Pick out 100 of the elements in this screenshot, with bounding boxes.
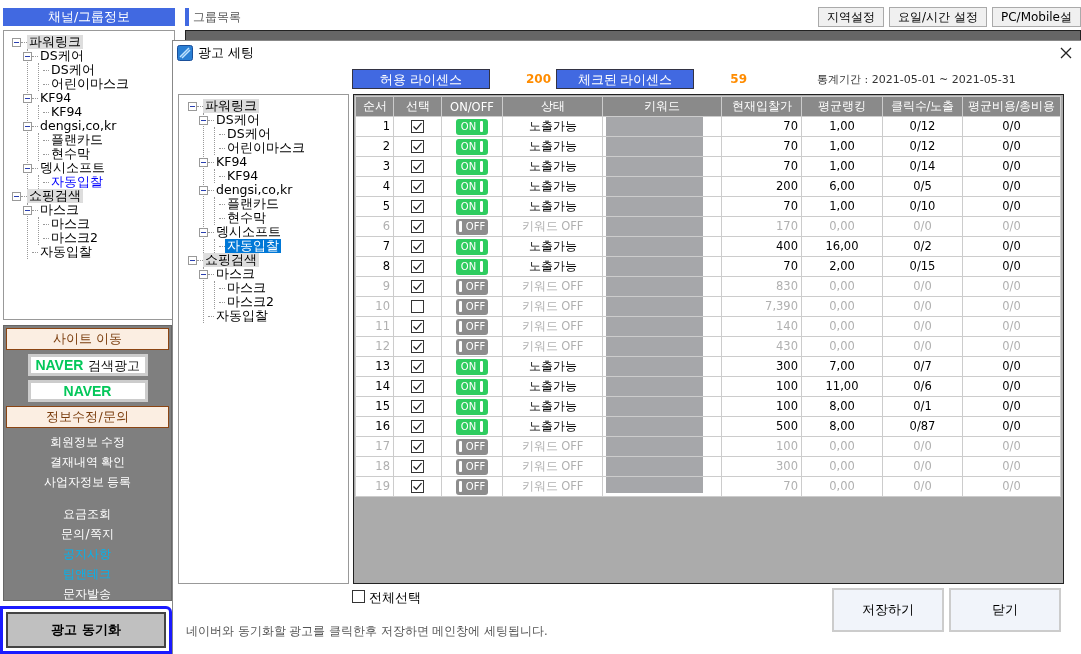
tree-item[interactable]: 파워링크 — [27, 35, 83, 49]
column-header: 순서 — [355, 96, 394, 117]
checkbox[interactable] — [411, 400, 424, 413]
close-icon[interactable] — [1059, 46, 1073, 60]
tree-item[interactable]: KF94 — [38, 91, 74, 105]
dialog-title: 광고 세팅 — [198, 44, 255, 62]
menu-link[interactable]: 회원정보 수정 — [49, 432, 126, 452]
checkbox[interactable] — [352, 590, 365, 603]
collapse-icon[interactable] — [199, 185, 208, 195]
tree-item[interactable]: 파워링크 — [203, 99, 259, 113]
table-cell: 6 — [355, 216, 394, 237]
checkbox[interactable] — [411, 180, 424, 193]
menu-link[interactable]: 사업자정보 등록 — [43, 472, 132, 492]
tree-item[interactable]: 마스크2 — [49, 231, 100, 245]
column-header: 선택 — [393, 96, 442, 117]
checkbox[interactable] — [411, 240, 424, 253]
tree-item[interactable]: 자동입찰 — [225, 239, 281, 253]
column-header: 클릭수/노출 — [882, 96, 963, 117]
collapse-icon[interactable] — [23, 93, 32, 103]
panel-title: 채널/그룹정보 — [3, 8, 175, 26]
tree-item[interactable]: 마스크 — [214, 267, 257, 281]
column-header: 평균비용/총비용 — [962, 96, 1061, 117]
tree-item[interactable]: 쇼핑검색 — [27, 189, 83, 203]
help-text: 네이버와 동기화할 광고를 클릭한후 저장하면 메인창에 세팅됩니다. — [185, 624, 549, 639]
checkbox[interactable] — [411, 380, 424, 393]
checkbox[interactable] — [411, 140, 424, 153]
tree-item[interactable]: 자동입찰 — [38, 245, 94, 259]
table-cell: 10 — [355, 296, 394, 317]
checkbox[interactable] — [411, 120, 424, 133]
table-cell: 8 — [355, 256, 394, 277]
collapse-icon[interactable] — [199, 157, 208, 167]
checkbox[interactable] — [411, 480, 424, 493]
column-header: 상태 — [502, 96, 603, 117]
collapse-icon[interactable] — [23, 163, 32, 173]
menu-link[interactable]: 문의/쪽지 — [61, 524, 114, 544]
table-cell: 1 — [355, 116, 394, 137]
toolbar-button[interactable]: PC/Mobile설 — [991, 7, 1081, 27]
tree-item[interactable]: 마스크 — [38, 203, 81, 217]
table-cell: 5 — [355, 196, 394, 217]
toolbar-button[interactable]: 지역설정 — [818, 7, 885, 27]
license-label: 체크된 라이센스 — [556, 69, 694, 89]
collapse-icon[interactable] — [199, 227, 208, 237]
checkbox[interactable] — [411, 300, 424, 313]
section-header: 정보수정/문의 — [6, 406, 169, 428]
table-cell: 11 — [355, 316, 394, 337]
table-cell: 7 — [355, 236, 394, 257]
menu-link[interactable]: 결재내역 확인 — [49, 452, 126, 472]
checkbox[interactable] — [411, 360, 424, 373]
menu-link[interactable]: 문자발송 — [63, 584, 112, 604]
tree-item[interactable]: 플랜카드 — [225, 197, 281, 211]
checkbox[interactable] — [411, 280, 424, 293]
toolbar-button[interactable]: 요일/시간 설정 — [889, 7, 987, 27]
table-cell: 15 — [355, 396, 394, 417]
tree-item[interactable]: DS케어 — [225, 127, 273, 141]
tree-item[interactable]: dengsi,co,kr — [214, 183, 295, 197]
checkbox[interactable] — [411, 200, 424, 213]
tree-item[interactable]: dengsi,co,kr — [38, 119, 119, 133]
checkbox[interactable] — [411, 420, 424, 433]
checkbox[interactable] — [411, 340, 424, 353]
tree-item[interactable]: KF94 — [49, 105, 85, 119]
tree-item[interactable]: 플랜카드 — [49, 133, 105, 147]
tree-item[interactable]: 어린이마스크 — [49, 77, 131, 91]
tree-item[interactable]: 마스크 — [225, 281, 268, 295]
column-header: 현재입찰가 — [721, 96, 802, 117]
tree-item[interactable]: KF94 — [225, 169, 261, 183]
checkbox[interactable] — [411, 460, 424, 473]
tree-item[interactable]: 쇼핑검색 — [203, 253, 259, 267]
tree-item[interactable]: DS케어 — [49, 63, 97, 77]
tree-item[interactable]: DS케어 — [214, 113, 262, 127]
table-cell: 18 — [355, 456, 394, 477]
dialog-button[interactable]: 닫기 — [949, 588, 1061, 632]
checkbox[interactable] — [411, 440, 424, 453]
checkbox[interactable] — [411, 160, 424, 173]
tree-item[interactable]: 자동입찰 — [49, 175, 105, 189]
tree-item[interactable]: 마스크2 — [225, 295, 276, 309]
license-count: 200 — [524, 72, 552, 86]
sync-button[interactable]: 광고 동기화 — [6, 612, 166, 648]
table-cell: 2 — [355, 136, 394, 157]
section-title: 그룹목록 — [185, 8, 241, 26]
column-header: ON/OFF — [441, 96, 503, 117]
checkbox-label: 전체선택 — [369, 590, 421, 607]
table-cell: 16 — [355, 416, 394, 437]
tree-item[interactable]: 현수막 — [225, 211, 268, 225]
checkbox[interactable] — [411, 260, 424, 273]
checkbox[interactable] — [411, 220, 424, 233]
tree-item[interactable]: KF94 — [214, 155, 250, 169]
naver-link[interactable]: NAVER 검색광고 — [27, 354, 148, 376]
tree-item[interactable]: 뎅시소프트 — [38, 161, 107, 175]
tree-item[interactable]: 현수막 — [49, 147, 92, 161]
dialog-button[interactable]: 저장하기 — [832, 588, 944, 632]
tree-item[interactable]: 뎅시소프트 — [214, 225, 283, 239]
checkbox[interactable] — [411, 320, 424, 333]
tree-item[interactable]: DS케어 — [38, 49, 86, 63]
table-cell: 12 — [355, 336, 394, 357]
tree-item[interactable]: 자동입찰 — [214, 309, 270, 323]
tree-item[interactable]: 마스크 — [49, 217, 92, 231]
tree-item[interactable]: 어린이마스크 — [225, 141, 307, 155]
collapse-icon[interactable] — [23, 121, 32, 131]
menu-link[interactable]: 요금조회 — [63, 504, 112, 524]
license-label: 허용 라이센스 — [352, 69, 490, 89]
